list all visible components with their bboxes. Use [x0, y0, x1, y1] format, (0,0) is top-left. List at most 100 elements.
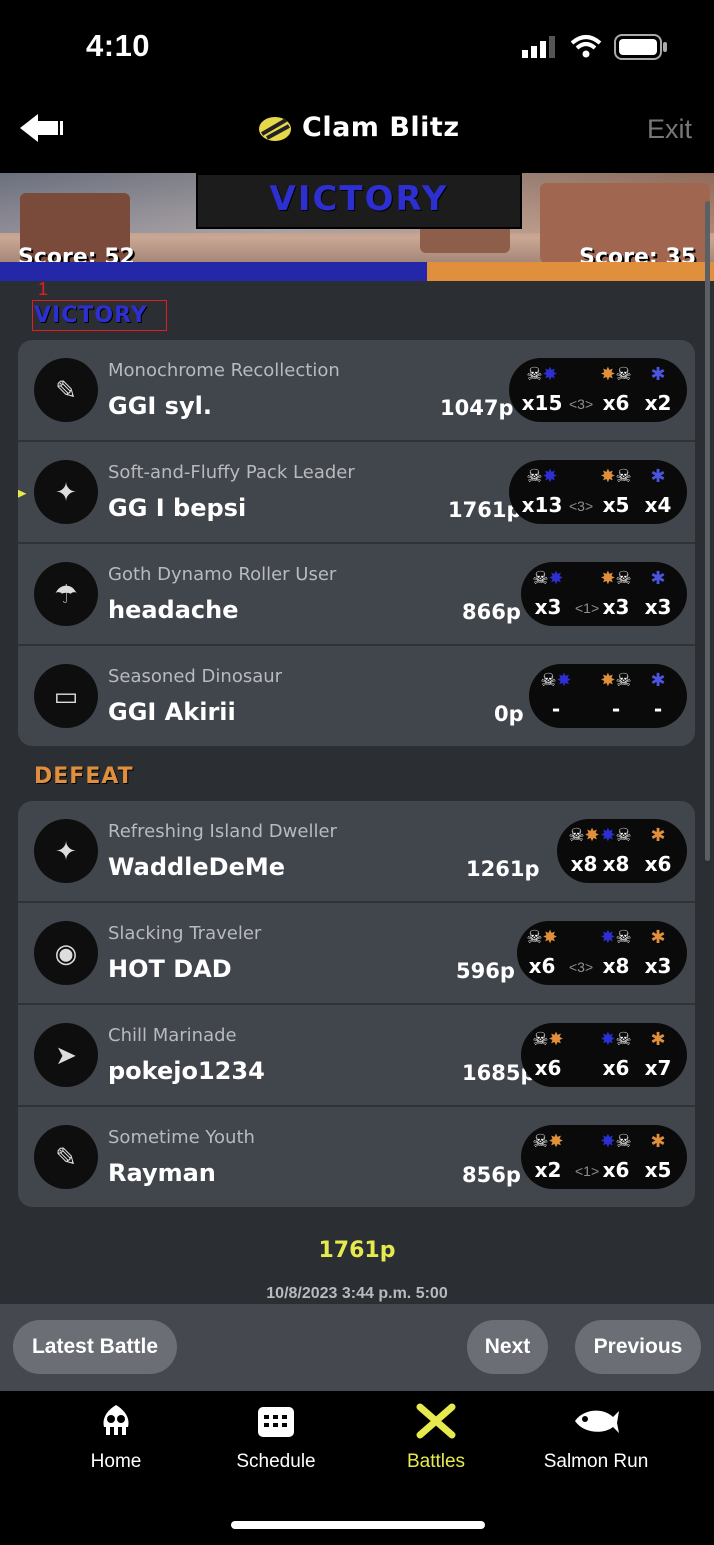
deaths-value: x6 — [602, 1158, 630, 1182]
player-name: headache — [108, 596, 239, 624]
player-row[interactable]: ✎ Sometime Youth Rayman 856p ☠✸ x2 <1> ✸… — [18, 1107, 695, 1207]
death-icon: ✸☠ — [600, 568, 632, 588]
stat-pill: ☠✸ x2 <1> ✸☠ x6 ✱ x5 — [521, 1125, 687, 1189]
tab-home[interactable]: Home — [36, 1403, 196, 1473]
assist-count: <3> — [569, 959, 594, 975]
previous-button[interactable]: Previous — [575, 1320, 701, 1374]
tab-battles[interactable]: Battles — [356, 1403, 516, 1473]
stat-pill: ☠✸ x13 <3> ✸☠ x5 ✱ x4 — [509, 460, 687, 524]
kills-value: x13 — [521, 493, 563, 517]
next-button[interactable]: Next — [467, 1320, 548, 1374]
specials-value: x3 — [644, 595, 672, 619]
annotation-number: 1 — [38, 279, 49, 299]
kill-icon: ☠✸ — [532, 1131, 564, 1151]
specials-stat: ✱ x3 — [637, 562, 679, 626]
deaths-value: x8 — [602, 852, 630, 876]
specials-stat: ✱ x6 — [637, 819, 679, 883]
death-icon: ✸☠ — [600, 1131, 632, 1151]
deaths-stat: ✸☠ x3 — [595, 562, 637, 626]
kill-icon: ☠✸ — [526, 364, 558, 384]
stat-pill: ☠✸ x15 <3> ✸☠ x6 ✱ x2 — [509, 358, 687, 422]
score-bar-alpha — [0, 262, 427, 281]
weapon-icon: ▭ — [34, 664, 98, 728]
kills-stat: ☠✸ x6 <3> — [521, 921, 593, 985]
specials-stat: ✱ x7 — [637, 1023, 679, 1087]
tab-battles-label: Battles — [406, 1451, 466, 1472]
specials-value: x7 — [644, 1056, 672, 1080]
player-row[interactable]: ◉ Slacking Traveler HOT DAD 596p ☠✸ x6 <… — [18, 903, 695, 1005]
specials-stat: ✱ x3 — [637, 921, 679, 985]
specials-value: x3 — [644, 954, 672, 978]
player-name: GG I bepsi — [108, 494, 247, 522]
kills-value: x3 — [534, 595, 562, 619]
player-title: Chill Marinade — [108, 1025, 237, 1046]
deaths-stat: ✸☠ x5 — [595, 460, 637, 524]
player-title: Refreshing Island Dweller — [108, 821, 337, 842]
player-row[interactable]: ☂ Goth Dynamo Roller User headache 866p … — [18, 544, 695, 646]
assist-count: <3> — [569, 498, 594, 514]
special-icon: ✱ — [650, 466, 666, 486]
wifi-icon — [570, 34, 602, 58]
stat-pill: ☠✸ x6 ✸☠ x6 ✱ x7 — [521, 1023, 687, 1087]
player-title: Soft-and-Fluffy Pack Leader — [108, 462, 355, 483]
player-row[interactable]: ▭ Seasoned Dinosaur GGI Akirii 0p ☠✸ - ✸… — [18, 646, 695, 746]
death-icon: ✸☠ — [600, 466, 632, 486]
signal-icon — [522, 36, 558, 58]
special-icon: ✱ — [650, 1029, 666, 1049]
battle-date: 10/8/2023 3:44 p.m. 5:00 — [266, 1285, 448, 1302]
kills-stat: ☠✸ - — [535, 664, 577, 728]
status-time: 4:10 — [86, 28, 151, 63]
death-icon: ✸☠ — [600, 927, 632, 947]
weapon-icon: ✦ — [34, 819, 98, 883]
player-row[interactable]: ✎ Monochrome Recollection GGI syl. 1047p… — [18, 340, 695, 442]
player-row[interactable]: ✦ Refreshing Island Dweller WaddleDeMe 1… — [18, 801, 695, 903]
button-strip: Latest Battle Next Previous — [0, 1304, 714, 1391]
team-card-defeat: ✦ Refreshing Island Dweller WaddleDeMe 1… — [18, 801, 695, 1207]
deaths-value: - — [611, 697, 621, 721]
weapon-icon: ✦ — [34, 460, 98, 524]
deaths-stat: ✸☠ x8 — [595, 819, 637, 883]
player-title: Sometime Youth — [108, 1127, 255, 1148]
back-button[interactable] — [18, 112, 66, 144]
tab-schedule[interactable]: Schedule — [196, 1403, 356, 1473]
deaths-stat: ✸☠ x6 — [595, 1125, 637, 1189]
calendar-icon — [196, 1403, 356, 1445]
home-indicator[interactable] — [231, 1521, 485, 1529]
specials-stat: ✱ x2 — [637, 358, 679, 422]
player-row[interactable]: ➤ Chill Marinade pokejo1234 1685p ☠✸ x6 … — [18, 1005, 695, 1107]
battle-detail[interactable]: 1 VICTORY ✎ Monochrome Recollection GGI … — [0, 201, 714, 1304]
clam-blitz-icon — [258, 116, 292, 142]
self-indicator-icon: ➤ — [18, 472, 28, 514]
scrollbar[interactable] — [705, 201, 710, 861]
kills-stat: ☠✸ x15 <3> — [521, 358, 594, 422]
specials-stat: ✱ x4 — [637, 460, 679, 524]
kill-icon: ☠✸ — [532, 568, 564, 588]
death-icon: ✸☠ — [600, 1029, 632, 1049]
latest-battle-button[interactable]: Latest Battle — [13, 1320, 177, 1374]
deaths-stat: ✸☠ x8 — [595, 921, 637, 985]
death-icon: ✸☠ — [600, 825, 632, 845]
banner-title-box: VICTORY — [196, 173, 522, 229]
kill-icon: ☠✸ — [532, 1029, 564, 1049]
tab-salmon-run[interactable]: Salmon Run — [516, 1403, 676, 1473]
battery-icon — [614, 34, 668, 60]
specials-value: x6 — [644, 852, 672, 876]
tab-schedule-label: Schedule — [236, 1451, 316, 1472]
player-row[interactable]: ✦ Soft-and-Fluffy Pack Leader GG I bepsi… — [18, 442, 695, 544]
player-points: 856p — [462, 1163, 521, 1187]
player-name: pokejo1234 — [108, 1057, 265, 1085]
tab-home-label: Home — [90, 1451, 142, 1472]
exit-button[interactable]: Exit — [647, 114, 692, 145]
special-icon: ✱ — [650, 1131, 666, 1151]
kills-stat: ☠✸ x6 — [527, 1023, 569, 1087]
deaths-value: x5 — [602, 493, 630, 517]
kills-value: x6 — [534, 1056, 562, 1080]
team-card-victory: ✎ Monochrome Recollection GGI syl. 1047p… — [18, 340, 695, 746]
kills-value: - — [551, 697, 561, 721]
stat-pill: ☠✸ x8 ✸☠ x8 ✱ x6 — [557, 819, 687, 883]
special-icon: ✱ — [650, 670, 666, 690]
home-squid-icon — [36, 1403, 196, 1445]
player-name: HOT DAD — [108, 955, 232, 983]
salmon-icon — [516, 1403, 676, 1445]
weapon-icon: ✎ — [34, 358, 98, 422]
